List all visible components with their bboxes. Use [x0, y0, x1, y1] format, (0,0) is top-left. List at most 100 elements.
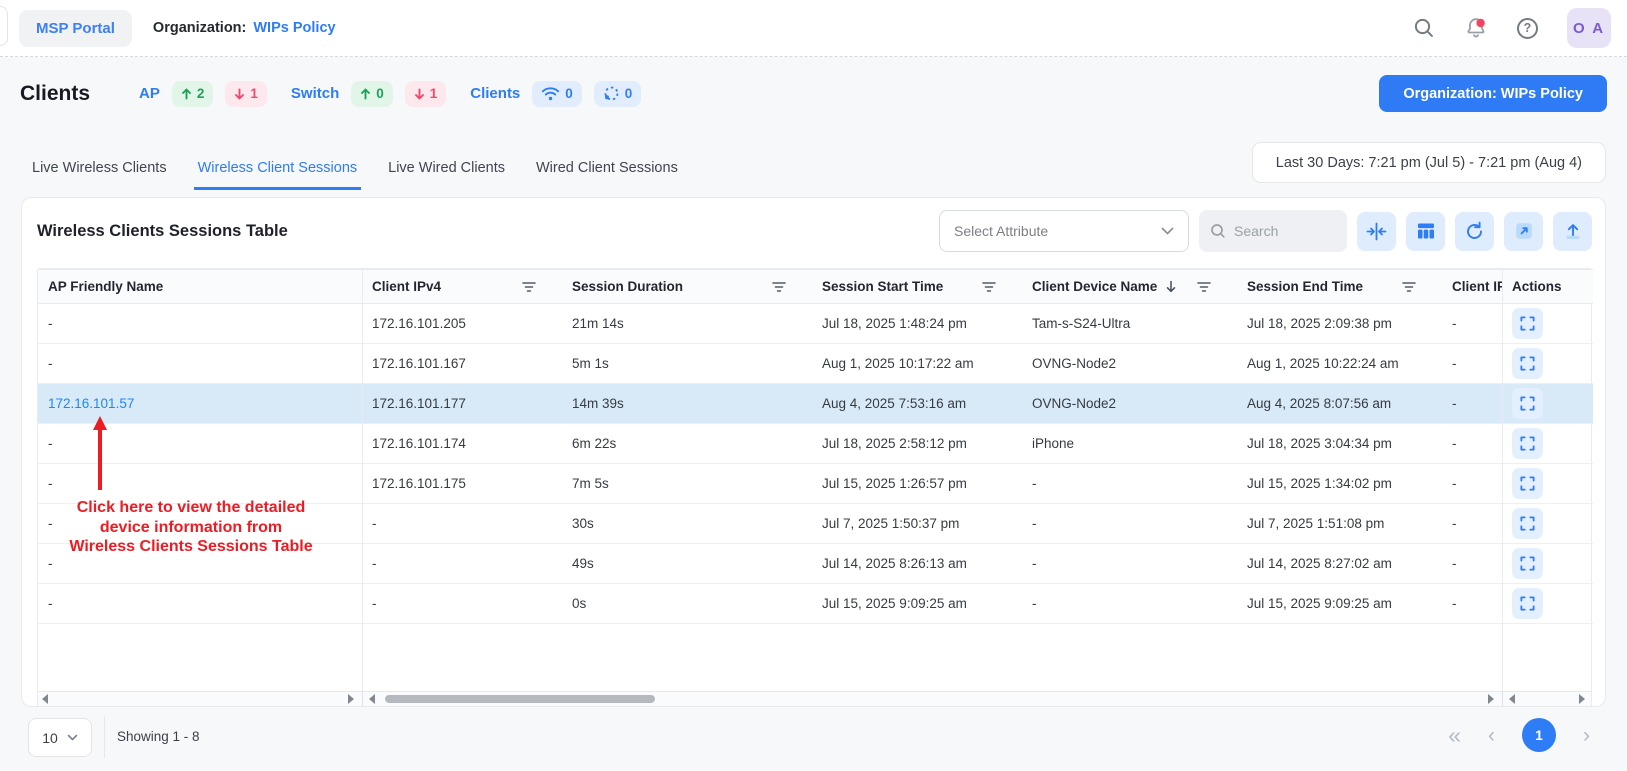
- arrow-down-icon: [414, 88, 425, 100]
- scroll-right-arrow[interactable]: [1579, 694, 1585, 704]
- current-page-button[interactable]: 1: [1522, 718, 1556, 752]
- tab-wired-client-sessions[interactable]: Wired Client Sessions: [534, 149, 680, 187]
- next-page-icon[interactable]: ›: [1583, 725, 1590, 746]
- cell-session-duration: 49s: [562, 544, 812, 584]
- cell-client-ipv6: -: [1442, 304, 1502, 344]
- prev-page-icon[interactable]: ‹: [1488, 725, 1495, 746]
- cell-session-duration: 21m 14s: [562, 304, 812, 344]
- ap-stats-label: AP: [139, 85, 160, 102]
- filter-icon[interactable]: [1402, 281, 1416, 293]
- cell-session-start-time: Jul 15, 2025 1:26:57 pm: [812, 464, 1022, 504]
- cell-client-ipv4: 172.16.101.174: [362, 424, 562, 464]
- table-row[interactable]: - 172.16.101.174 6m 22s Jul 18, 2025 2:5…: [38, 424, 1593, 464]
- page-title: Clients: [20, 82, 90, 106]
- first-page-icon[interactable]: «: [1448, 724, 1461, 747]
- tab-live-wired-clients[interactable]: Live Wired Clients: [386, 149, 507, 187]
- search-icon[interactable]: [1413, 17, 1435, 39]
- cell-session-duration: 6m 22s: [562, 424, 812, 464]
- col-header-actions: Actions: [1502, 270, 1593, 304]
- expand-session-button[interactable]: [1512, 348, 1543, 379]
- table-row-highlighted[interactable]: 172.16.101.57 172.16.101.177 14m 39s Aug…: [38, 384, 1593, 424]
- table-row[interactable]: - 172.16.101.205 21m 14s Jul 18, 2025 1:…: [38, 304, 1593, 344]
- cell-session-start-time: Jul 15, 2025 9:09:25 am: [812, 584, 1022, 624]
- organization-button[interactable]: Organization: WIPs Policy: [1379, 75, 1607, 112]
- scrollbar-thumb[interactable]: [385, 695, 655, 703]
- refresh-button[interactable]: [1455, 212, 1494, 251]
- date-range-picker[interactable]: Last 30 Days: 7:21 pm (Jul 5) - 7:21 pm …: [1252, 142, 1606, 183]
- help-icon[interactable]: ?: [1517, 18, 1538, 39]
- expand-session-button[interactable]: [1512, 388, 1543, 419]
- cell-session-start-time: Jul 18, 2025 1:48:24 pm: [812, 304, 1022, 344]
- ap-down-badge: 1: [225, 81, 267, 107]
- switch-stats-label: Switch: [291, 85, 339, 102]
- pinned-right-column-divider: [1502, 269, 1503, 691]
- tab-live-wireless-clients[interactable]: Live Wireless Clients: [30, 149, 169, 187]
- arrow-up-icon: [360, 88, 371, 100]
- cell-client-ipv4: 172.16.101.167: [362, 344, 562, 384]
- scroll-left-arrow[interactable]: [42, 694, 48, 704]
- annotation-arrow-shaft: [98, 429, 102, 490]
- expand-session-button[interactable]: [1512, 428, 1543, 459]
- cell-client-device-name: -: [1022, 584, 1237, 624]
- cell-session-end-time: Jul 18, 2025 2:09:38 pm: [1237, 304, 1442, 344]
- showing-range-label: Showing 1 - 8: [117, 729, 200, 744]
- select-attribute-dropdown[interactable]: Select Attribute: [939, 210, 1189, 252]
- device-stats: AP 2 1 Switch 0 1 Clients 0: [139, 81, 641, 107]
- table-search: [1199, 210, 1347, 252]
- cell-session-duration: 0s: [562, 584, 812, 624]
- organization-name-link[interactable]: WIPs Policy: [253, 20, 335, 36]
- filter-icon[interactable]: [1197, 281, 1211, 293]
- expand-session-button[interactable]: [1512, 588, 1543, 619]
- cell-client-ipv6: -: [1442, 584, 1502, 624]
- table-row[interactable]: - 172.16.101.167 5m 1s Aug 1, 2025 10:17…: [38, 344, 1593, 384]
- msp-portal-button[interactable]: MSP Portal: [19, 10, 132, 47]
- col-header-session-end-time: Session End Time: [1237, 270, 1442, 304]
- cell-client-ipv6: -: [1442, 384, 1502, 424]
- scroll-left-arrow[interactable]: [369, 694, 375, 704]
- notifications-bell-icon[interactable]: [1464, 16, 1488, 40]
- cell-client-ipv6: -: [1442, 344, 1502, 384]
- cell-session-end-time: Aug 4, 2025 8:07:56 am: [1237, 384, 1442, 424]
- fullscreen-icon: [1519, 435, 1536, 452]
- cell-session-end-time: Aug 1, 2025 10:22:24 am: [1237, 344, 1442, 384]
- sessions-card: Wireless Clients Sessions Table Select A…: [21, 197, 1606, 707]
- scroll-left-arrow[interactable]: [1509, 694, 1515, 704]
- fullscreen-icon: [1519, 595, 1536, 612]
- col-header-session-start-time: Session Start Time: [812, 270, 1022, 304]
- columns-settings-button[interactable]: [1406, 212, 1445, 251]
- page-header: Clients AP 2 1 Switch 0 1 Clients: [0, 57, 1627, 130]
- cell-session-start-time: Jul 18, 2025 2:58:12 pm: [812, 424, 1022, 464]
- expand-session-button[interactable]: [1512, 308, 1543, 339]
- expand-session-button[interactable]: [1512, 548, 1543, 579]
- expand-session-button[interactable]: [1512, 508, 1543, 539]
- search-input[interactable]: [1234, 223, 1334, 239]
- filter-icon[interactable]: [522, 281, 536, 293]
- scroll-right-arrow[interactable]: [348, 694, 354, 704]
- cell-session-start-time: Aug 4, 2025 7:53:16 am: [812, 384, 1022, 424]
- chevron-down-icon: [67, 734, 78, 741]
- chevron-down-icon: [1161, 227, 1174, 235]
- cell-client-ipv6: -: [1442, 424, 1502, 464]
- page-size-select[interactable]: 10: [28, 718, 92, 757]
- horizontal-scrollbar[interactable]: [38, 691, 1591, 706]
- open-external-button[interactable]: [1504, 212, 1543, 251]
- filter-icon[interactable]: [772, 281, 786, 293]
- footer-divider: [104, 716, 105, 758]
- avatar[interactable]: O A: [1567, 8, 1611, 48]
- arrow-down-icon: [234, 88, 245, 100]
- table-row[interactable]: - - 0s Jul 15, 2025 9:09:25 am - Jul 15,…: [38, 584, 1593, 624]
- fit-columns-button[interactable]: [1357, 212, 1396, 251]
- sidebar-edge: [0, 6, 8, 46]
- filter-icon[interactable]: [982, 281, 996, 293]
- sort-descending-icon[interactable]: [1165, 280, 1177, 293]
- cell-client-ipv4: -: [362, 584, 562, 624]
- tab-wireless-client-sessions[interactable]: Wireless Client Sessions: [196, 149, 360, 187]
- export-upload-button[interactable]: [1553, 212, 1592, 251]
- cell-session-start-time: Jul 7, 2025 1:50:37 pm: [812, 504, 1022, 544]
- client-tabs: Live Wireless Clients Wireless Client Se…: [30, 148, 680, 188]
- ap-friendly-name-link[interactable]: 172.16.101.57: [48, 396, 134, 411]
- expand-session-button[interactable]: [1512, 468, 1543, 499]
- scroll-right-arrow[interactable]: [1488, 694, 1494, 704]
- cell-ap-friendly-name: -: [38, 304, 362, 344]
- fullscreen-icon: [1519, 555, 1536, 572]
